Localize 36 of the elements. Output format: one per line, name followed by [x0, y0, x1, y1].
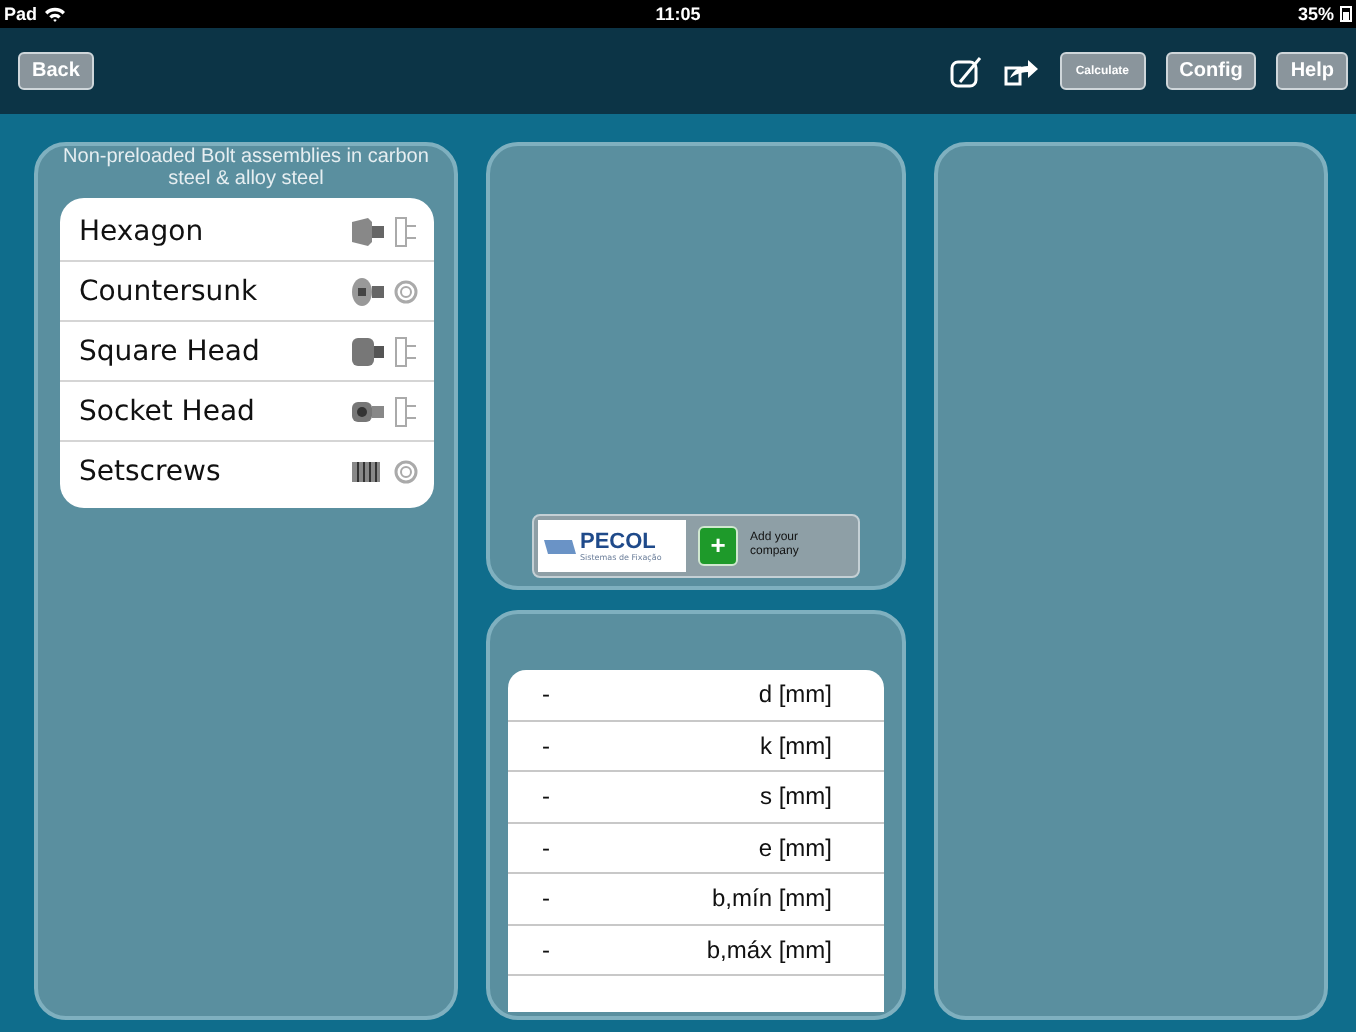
- flag-icon: [544, 536, 576, 556]
- profile-icon: [393, 275, 417, 307]
- bolt-head-icon: [349, 335, 385, 367]
- device-name: Pad: [4, 4, 38, 24]
- profile-icon: [393, 335, 417, 367]
- battery-icon: [1340, 6, 1352, 22]
- dimension-value: -: [542, 680, 550, 709]
- add-company-button[interactable]: +: [698, 526, 738, 566]
- dimension-value: -: [542, 782, 550, 811]
- profile-icon: [393, 395, 417, 427]
- dimension-value: -: [542, 731, 550, 760]
- profile-icon: [393, 455, 417, 487]
- edit-icon[interactable]: [949, 55, 984, 87]
- bolt-type-item[interactable]: Setscrews: [59, 442, 433, 500]
- profile-icon: [393, 215, 417, 247]
- share-icon[interactable]: [1003, 57, 1040, 85]
- bolt-type-item[interactable]: Socket Head: [59, 382, 433, 442]
- battery-percent: 35%: [1297, 4, 1334, 24]
- wifi-icon: [43, 6, 66, 22]
- dimension-value: -: [542, 884, 550, 913]
- dimension-label: b,máx [mm]: [706, 935, 832, 964]
- bolt-head-icon: [349, 275, 385, 307]
- bolt-head-icon: [349, 215, 385, 247]
- panel-title: Non-preloaded Bolt assemblies in carbon steel & alloy steel: [61, 146, 431, 190]
- clock-time: 11:05: [655, 4, 701, 24]
- dimension-label: e [mm]: [758, 833, 832, 862]
- dimension-value: -: [542, 935, 550, 964]
- bolt-type-item[interactable]: Square Head: [59, 322, 433, 382]
- bolt-type-item[interactable]: Countersunk: [59, 262, 433, 322]
- dimension-label: b,mín [mm]: [711, 884, 832, 913]
- bolt-type-item[interactable]: Hexagon: [59, 202, 433, 262]
- dimension-value: -: [542, 833, 550, 862]
- dimension-label: d [mm]: [758, 680, 832, 709]
- logo-name: PECOL: [580, 530, 656, 554]
- dimension-label: s [mm]: [760, 782, 832, 811]
- dimension-label: k [mm]: [760, 731, 832, 760]
